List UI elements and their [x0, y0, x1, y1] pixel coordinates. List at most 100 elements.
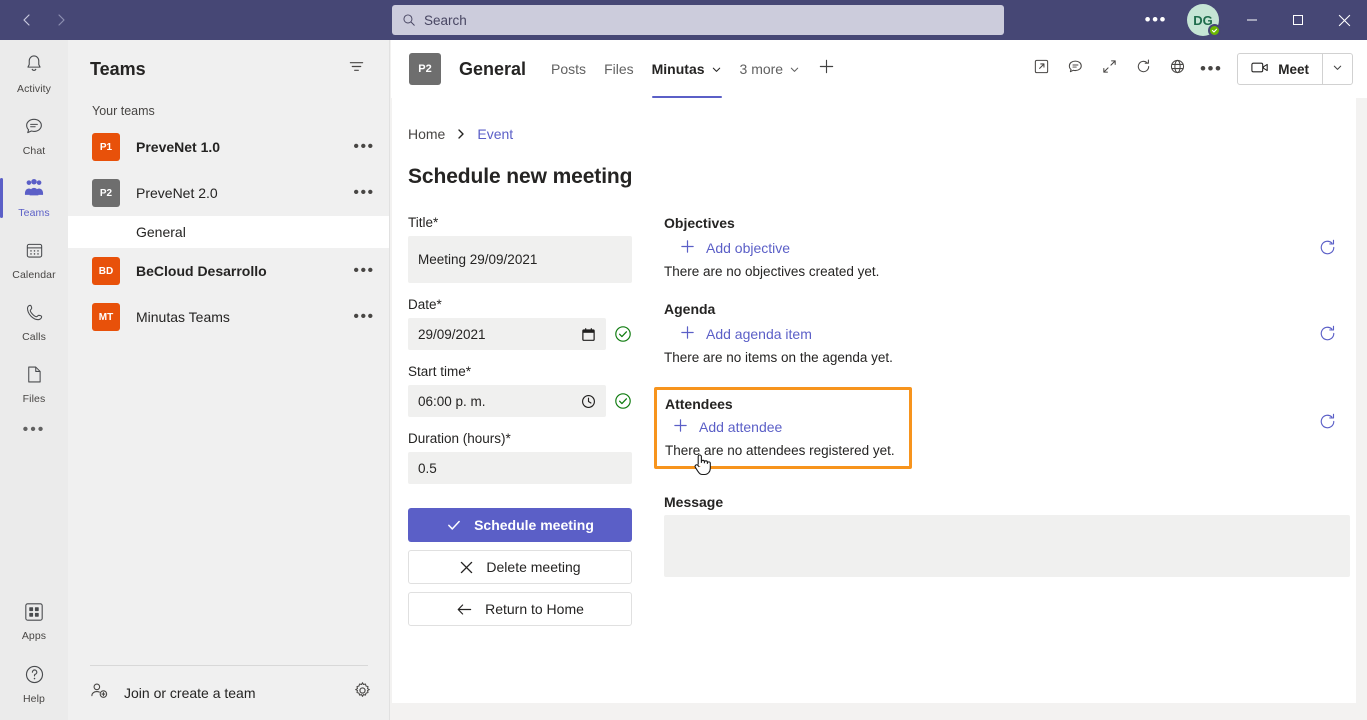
maximize-button[interactable]: [1275, 0, 1321, 40]
add-attendee-link[interactable]: Add attendee: [665, 414, 899, 440]
delete-meeting-button[interactable]: Delete meeting: [408, 550, 632, 584]
rail-item-calendar[interactable]: Calendar: [0, 232, 68, 288]
rail-label: Help: [23, 692, 45, 705]
team-more-options-button[interactable]: •••: [351, 262, 377, 280]
avatar[interactable]: DG: [1183, 0, 1223, 40]
title-input[interactable]: Meeting 29/09/2021: [408, 236, 632, 283]
forward-button[interactable]: [44, 3, 78, 37]
breadcrumb-home[interactable]: Home: [408, 126, 445, 142]
rail-item-activity[interactable]: Activity: [0, 46, 68, 102]
team-more-options-button[interactable]: •••: [351, 184, 377, 202]
globe-button[interactable]: [1161, 53, 1193, 85]
conversation-button[interactable]: [1059, 53, 1091, 85]
back-button[interactable]: [10, 3, 44, 37]
rail-item-teams[interactable]: Teams: [0, 170, 68, 226]
refresh-icon: [1318, 238, 1337, 262]
plus-icon: [673, 418, 688, 436]
rail-item-files[interactable]: Files: [0, 356, 68, 412]
rail-label: Files: [22, 392, 46, 405]
check-circle-icon: [614, 392, 632, 410]
open-in-new-window-button[interactable]: [1025, 53, 1057, 85]
refresh-objectives-button[interactable]: [1316, 239, 1338, 261]
refresh-agenda-button[interactable]: [1316, 325, 1338, 347]
agenda-empty-text: There are no items on the agenda yet.: [664, 350, 893, 365]
close-button[interactable]: [1321, 0, 1367, 40]
form-right-column: Objectives Add objective There are no ob…: [654, 215, 1354, 634]
channel-header-actions: ••• Meet: [1025, 53, 1353, 85]
tab-3-more[interactable]: 3 more: [731, 40, 810, 98]
rail-label: Calls: [22, 330, 46, 343]
rail-more-button[interactable]: •••: [0, 412, 68, 448]
minimize-button[interactable]: [1229, 0, 1275, 40]
filter-icon: [348, 58, 365, 80]
gear-icon[interactable]: [353, 681, 372, 705]
rail-item-apps[interactable]: Apps: [0, 594, 68, 650]
duration-input[interactable]: 0.5: [408, 452, 632, 484]
objectives-empty-text: There are no objectives created yet.: [664, 264, 880, 279]
nav-arrows: [10, 3, 78, 37]
chat-icon: [23, 115, 45, 142]
form-left-column: Title* Meeting 29/09/2021 Date* 29/09/20…: [408, 215, 632, 634]
join-or-create-team-row[interactable]: Join or create a team: [68, 666, 390, 720]
tab-posts[interactable]: Posts: [542, 40, 595, 98]
tab-minutas[interactable]: Minutas: [643, 40, 731, 98]
team-row-becloud-desarrollo[interactable]: BD BeCloud Desarrollo •••: [68, 248, 389, 294]
schedule-meeting-button[interactable]: Schedule meeting: [408, 508, 632, 542]
chevron-down-icon[interactable]: [789, 64, 800, 75]
rail-label: Teams: [18, 207, 50, 219]
check-circle-icon: [614, 325, 632, 343]
refresh-attendees-button[interactable]: [1316, 413, 1338, 435]
open-in-new-window-icon: [1033, 58, 1050, 80]
team-more-options-button[interactable]: •••: [351, 138, 377, 156]
expand-button[interactable]: [1093, 53, 1125, 85]
tab-files[interactable]: Files: [595, 40, 643, 98]
button-label: Delete meeting: [486, 559, 581, 575]
start-time-value: 06:00 p. m.: [418, 393, 486, 409]
clock-icon[interactable]: [581, 394, 596, 409]
section-message: Message: [664, 494, 1354, 577]
rail-item-help[interactable]: Help: [0, 656, 68, 712]
apps-icon: [24, 602, 44, 627]
team-row-minutas-teams[interactable]: MT Minutas Teams •••: [68, 294, 389, 340]
rail-label: Activity: [16, 83, 52, 95]
expand-icon: [1101, 58, 1118, 80]
message-textarea[interactable]: [664, 515, 1350, 577]
meet-button[interactable]: Meet: [1238, 54, 1322, 84]
team-name: Minutas Teams: [136, 309, 230, 325]
check-icon: [446, 517, 462, 533]
section-title: Agenda: [664, 301, 716, 317]
team-row-prevenet-1[interactable]: P1 PreveNet 1.0 •••: [68, 124, 389, 170]
add-agenda-item-link[interactable]: Add agenda item: [664, 321, 1354, 347]
section-title: Objectives: [664, 215, 735, 231]
return-to-home-button[interactable]: Return to Home: [408, 592, 632, 626]
plus-icon: [680, 239, 695, 257]
channel-row-general[interactable]: General: [68, 216, 389, 248]
settings-more-button[interactable]: •••: [1135, 0, 1177, 40]
meet-dropdown-button[interactable]: [1322, 54, 1352, 84]
more-options-button[interactable]: •••: [1195, 53, 1227, 85]
field-label: Date*: [408, 297, 442, 312]
add-tab-button[interactable]: [809, 40, 843, 98]
add-objective-link[interactable]: Add objective: [664, 235, 1354, 261]
calendar-icon[interactable]: [581, 327, 596, 342]
field-title: Title* Meeting 29/09/2021: [408, 215, 632, 283]
chevron-down-icon[interactable]: [711, 64, 722, 75]
date-input[interactable]: 29/09/2021: [408, 318, 606, 350]
start-time-input[interactable]: 06:00 p. m.: [408, 385, 606, 417]
search-bar[interactable]: [392, 5, 1004, 35]
breadcrumb-event[interactable]: Event: [477, 126, 513, 142]
search-input[interactable]: [424, 12, 994, 28]
section-title: Attendees: [665, 396, 733, 412]
main-area: P2 General Posts Files Minutas 3 more ••…: [391, 40, 1367, 720]
team-row-prevenet-2[interactable]: P2 PreveNet 2.0 •••: [68, 170, 389, 216]
team-more-options-button[interactable]: •••: [351, 308, 377, 326]
field-date: Date* 29/09/2021: [408, 297, 632, 350]
refresh-icon: [1135, 58, 1152, 80]
calendar-icon: [24, 240, 45, 266]
filter-button[interactable]: [341, 54, 371, 84]
meet-button-group: Meet: [1237, 53, 1353, 85]
refresh-button[interactable]: [1127, 53, 1159, 85]
rail-item-chat[interactable]: Chat: [0, 108, 68, 164]
rail-item-calls[interactable]: Calls: [0, 294, 68, 350]
globe-icon: [1169, 58, 1186, 80]
